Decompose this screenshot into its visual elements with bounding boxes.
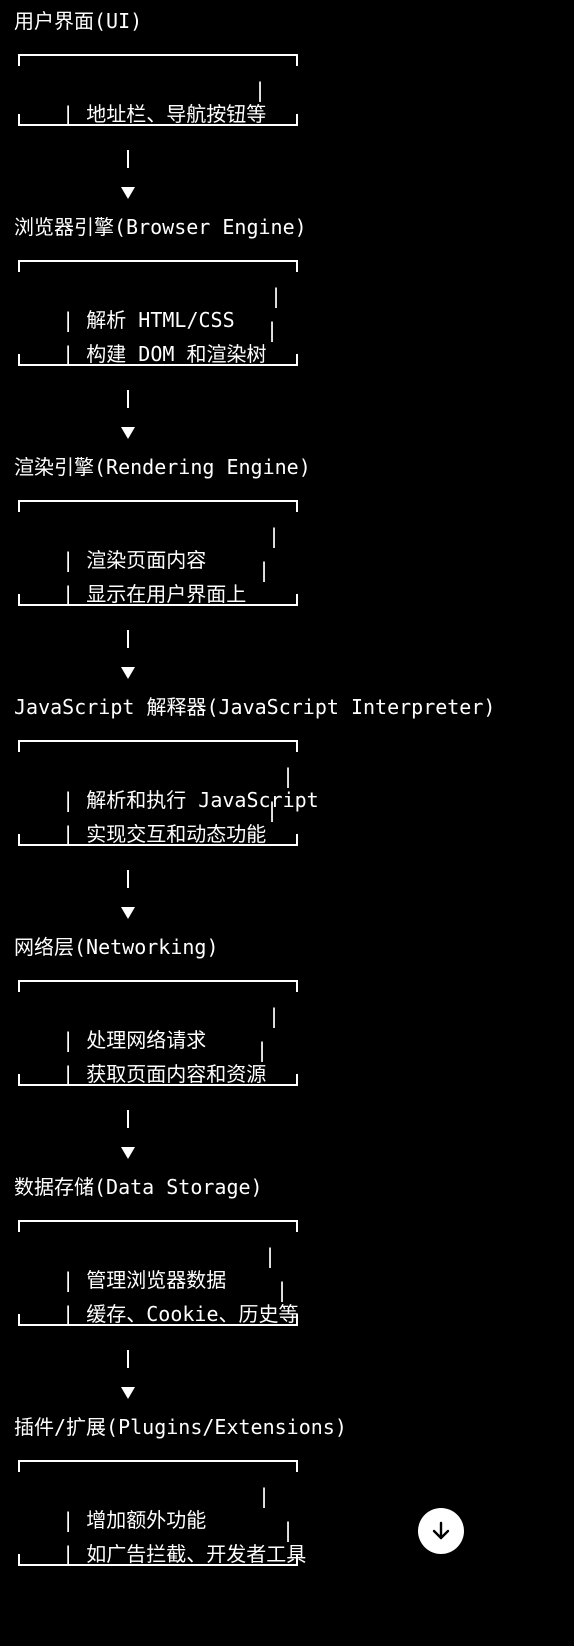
box-row: | 显示在用户界面上 <box>14 558 246 606</box>
arrow-down-icon <box>121 1147 135 1159</box>
box-row: | 获取页面内容和资源 <box>14 1038 266 1086</box>
box-right-border: | <box>266 318 279 342</box>
arrow-down-icon <box>121 427 135 439</box>
section-title-plugins: 插件/扩展(Plugins/Extensions) <box>14 1415 347 1439</box>
box-right-border: | <box>268 1004 281 1028</box>
box-row: | 处理网络请求 <box>14 1004 206 1052</box>
box-row: | 缓存、Cookie、历史等 <box>14 1278 298 1326</box>
arrow-down-icon <box>121 907 135 919</box>
section-title-browser-engine: 浏览器引擎(Browser Engine) <box>14 215 307 239</box>
arrow-down-icon <box>121 187 135 199</box>
box-top-border <box>18 980 298 992</box>
box-row: | 如广告拦截、开发者工具 <box>14 1518 306 1566</box>
arrow-line <box>127 870 129 888</box>
box-top-border <box>18 740 298 752</box>
arrow-down-icon <box>121 1387 135 1399</box>
box-top-border <box>18 500 298 512</box>
box-right-border: | <box>282 764 295 788</box>
box-bottom-border <box>18 354 298 366</box>
box-bottom-border <box>18 834 298 846</box>
arrow-down-icon <box>432 1521 450 1540</box>
box-right-border: | <box>266 798 279 822</box>
box-bottom-border <box>18 1314 298 1326</box>
arrow-line <box>127 390 129 408</box>
box-row: | 增加额外功能 <box>14 1484 206 1532</box>
arrow-down-icon <box>121 667 135 679</box>
arrow-line <box>127 1110 129 1128</box>
box-row: | 渲染页面内容 <box>14 524 206 572</box>
scroll-to-bottom-button[interactable] <box>418 1508 464 1554</box>
box-right-border: | <box>258 558 271 582</box>
section-title-ui: 用户界面(UI) <box>14 9 143 33</box>
box-right-border: | <box>264 1244 277 1268</box>
box-right-border: | <box>276 1278 289 1302</box>
section-title-js-interpreter: JavaScript 解释器(JavaScript Interpreter) <box>14 695 496 719</box>
arrow-line <box>127 1350 129 1368</box>
box-right-border: | <box>254 78 267 102</box>
box-right-border: | <box>256 1038 269 1062</box>
box-row: | 解析和执行 JavaScript <box>14 764 319 812</box>
box-right-border: | <box>258 1484 271 1508</box>
box-top-border <box>18 1460 298 1472</box>
box-bottom-border <box>18 1074 298 1086</box>
box-row: | 实现交互和动态功能 <box>14 798 266 846</box>
box-right-border: | <box>282 1518 295 1542</box>
section-title-data-storage: 数据存储(Data Storage) <box>14 1175 263 1199</box>
box-right-border: | <box>270 284 283 308</box>
box-row: | 地址栏、导航按钮等 <box>14 78 266 126</box>
box-row: | 构建 DOM 和渲染树 <box>14 318 266 366</box>
box-bottom-border <box>18 594 298 606</box>
box-top-border <box>18 1220 298 1232</box>
box-top-border <box>18 54 298 66</box>
box-right-border: | <box>268 524 281 548</box>
arrow-line <box>127 630 129 648</box>
box-bottom-border <box>18 114 298 126</box>
arrow-line <box>127 150 129 168</box>
box-bottom-border <box>18 1554 298 1566</box>
box-top-border <box>18 260 298 272</box>
section-title-networking: 网络层(Networking) <box>14 935 219 959</box>
box-row: | 解析 HTML/CSS <box>14 284 234 332</box>
section-title-rendering-engine: 渲染引擎(Rendering Engine) <box>14 455 311 479</box>
box-row: | 管理浏览器数据 <box>14 1244 226 1292</box>
